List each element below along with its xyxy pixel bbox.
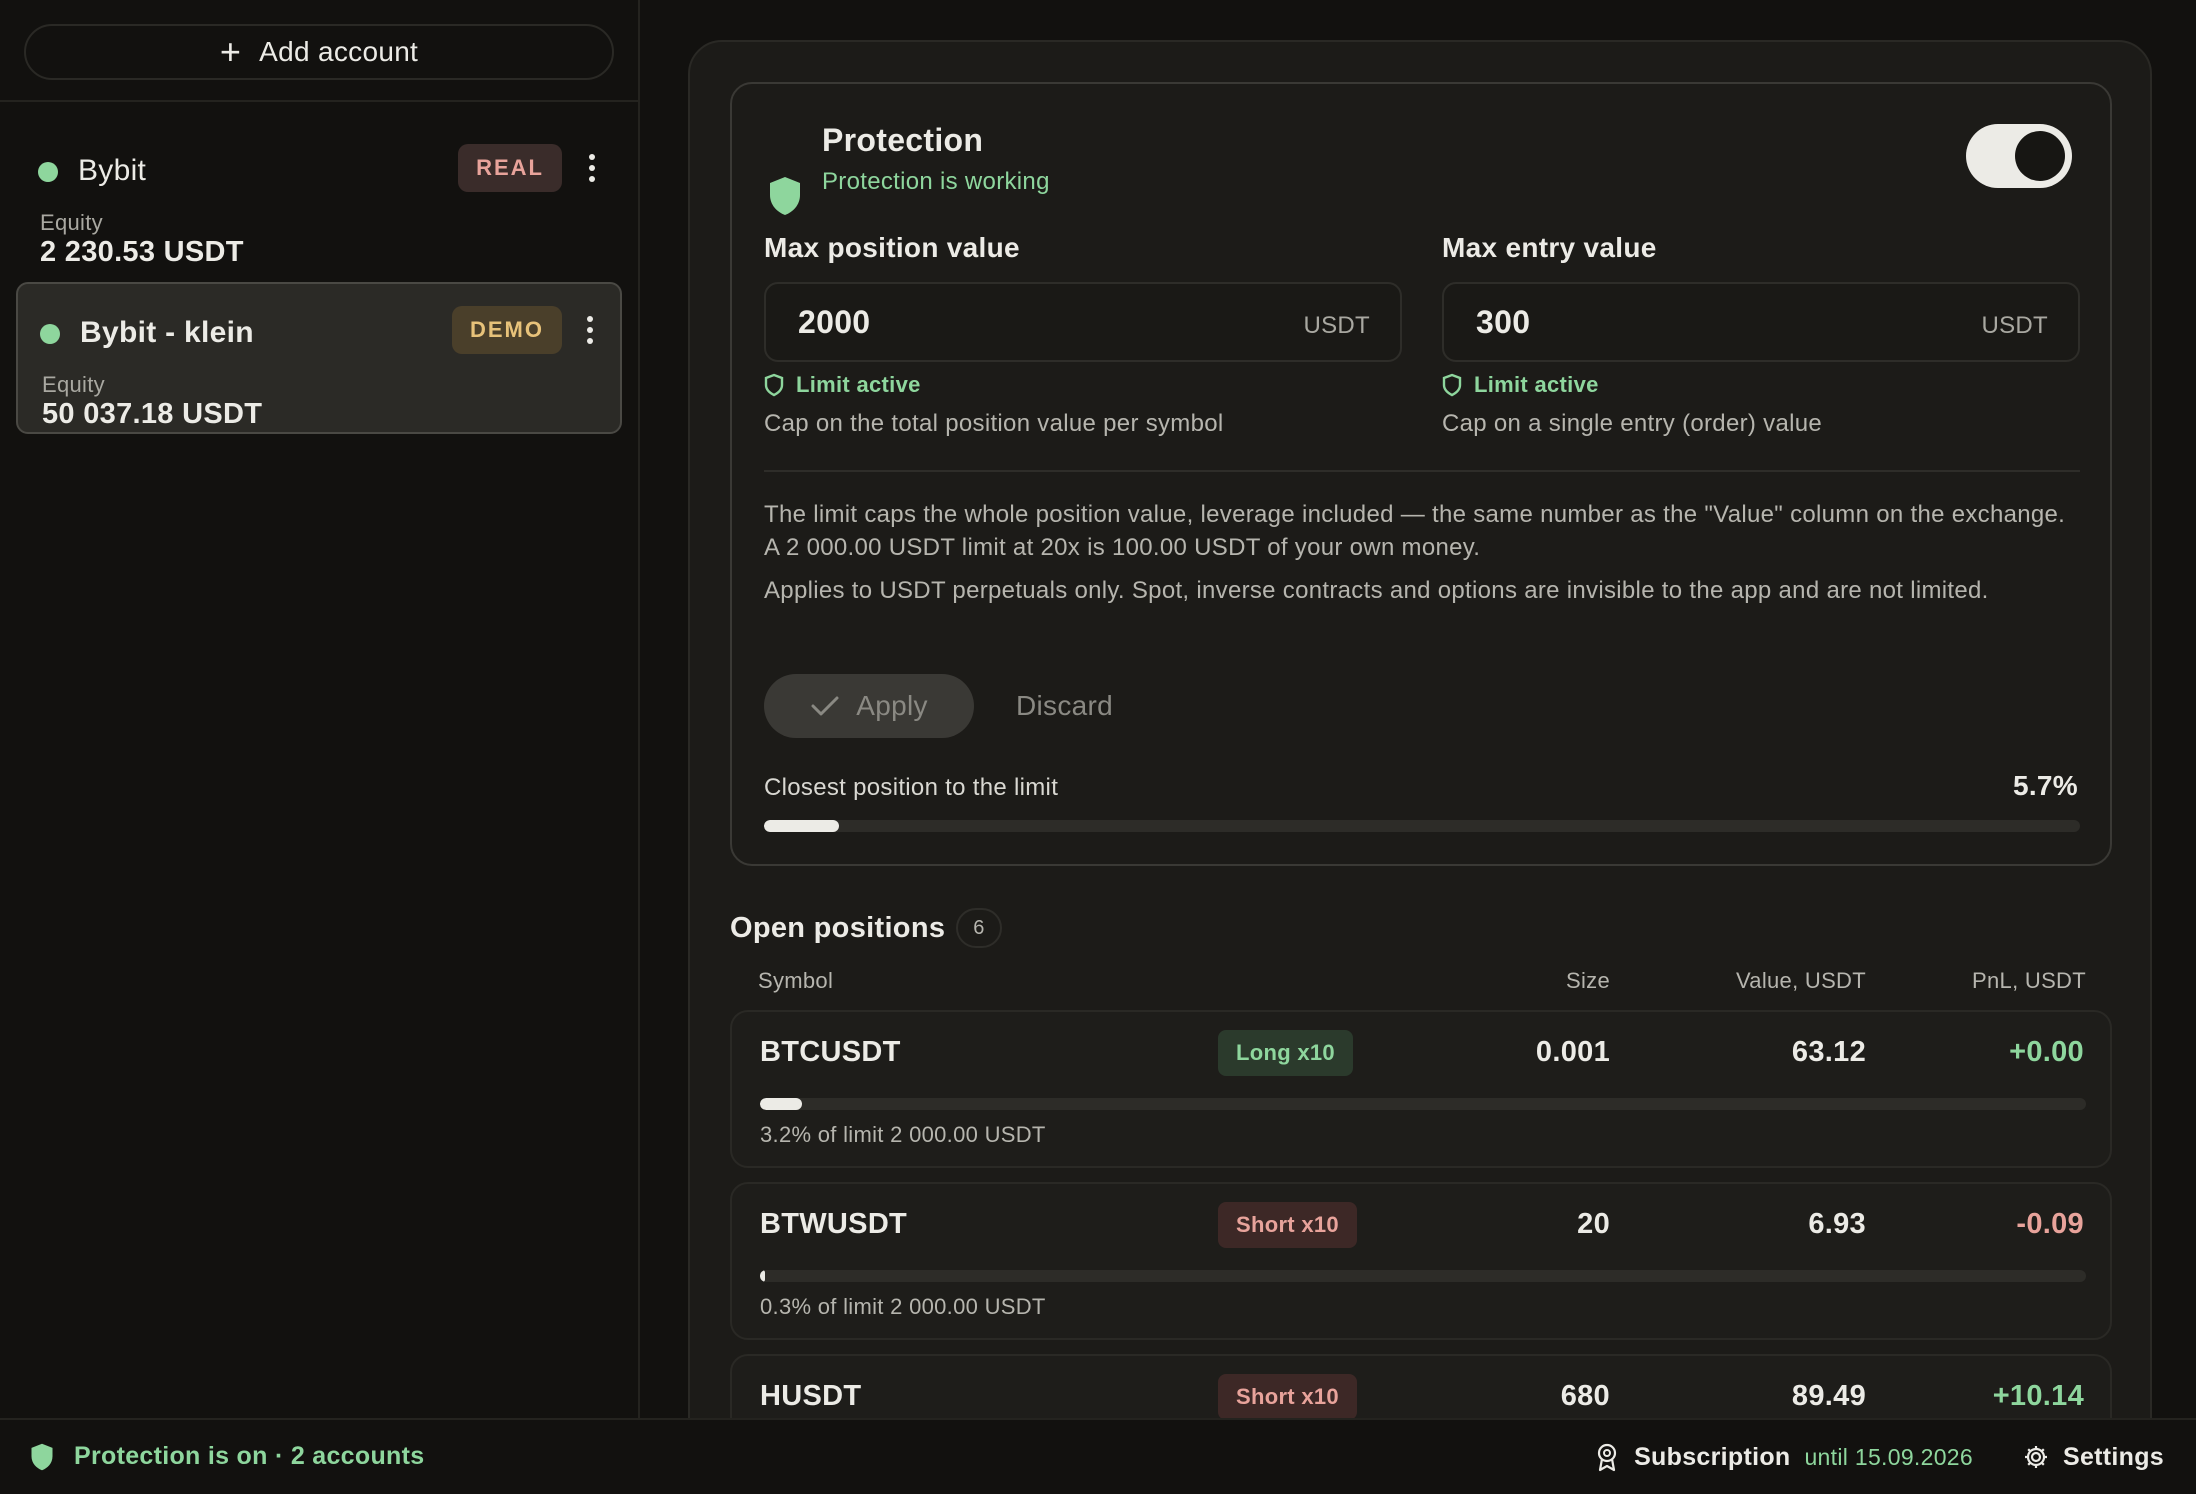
position-limit-note: 3.2% of limit 2 000.00 USDT [760, 1122, 1046, 1147]
more-menu-icon[interactable] [580, 150, 604, 186]
position-value: 63.12 [1791, 1036, 1866, 1068]
position-row-btwusdt[interactable]: BTWUSDT Short x10 20 6.93 -0.09 0.3% of … [730, 1182, 2112, 1340]
position-limit-bar-fill [760, 1098, 803, 1110]
footer-actions: Subscription until 15.09.2026 Settings [1594, 1442, 2164, 1472]
account-name: Bybit - klein [80, 316, 254, 349]
max-entry-description: Cap on a single entry (order) value [1442, 410, 1823, 437]
position-symbol: BTWUSDT [760, 1208, 908, 1240]
info-paragraph-scope: Applies to USDT perpetuals only. Spot, i… [764, 577, 1989, 604]
account-name: Bybit [78, 154, 147, 187]
column-header-symbol: Symbol [758, 968, 834, 993]
equity-value: 2 230.53 USDT [40, 236, 244, 268]
protection-card: Protection Protection is working Max pos… [730, 82, 2112, 866]
protection-toggle[interactable] [1966, 124, 2072, 188]
add-account-label: Add account [259, 36, 419, 67]
column-header-size: Size [1566, 968, 1610, 993]
apply-button[interactable]: Apply [764, 674, 974, 738]
position-limit-bar-fill [760, 1270, 766, 1282]
discard-button[interactable]: Discard [1016, 690, 1113, 722]
account-item-bybit[interactable]: Bybit REAL Equity 2 230.53 USDT [16, 122, 622, 274]
subscription-link[interactable]: Subscription [1634, 1443, 1790, 1472]
equity-label: Equity [40, 210, 103, 235]
shield-outline-icon [1442, 373, 1462, 397]
equity-value: 50 037.18 USDT [42, 398, 263, 430]
account-type-badge: REAL [458, 144, 562, 192]
position-row-btcusdt[interactable]: BTCUSDT Long x10 0.001 63.12 +0.00 3.2% … [730, 1010, 2112, 1168]
max-position-unit: USDT [1303, 312, 1370, 339]
check-icon [811, 696, 839, 716]
equity-label: Equity [42, 372, 105, 397]
main-panel: Protection Protection is working Max pos… [688, 40, 2152, 1494]
position-pnl: +10.14 [1992, 1380, 2084, 1412]
closest-position-bar [764, 820, 2080, 832]
limit-active-label: Limit active [796, 372, 921, 397]
position-size: 20 [1577, 1208, 1610, 1240]
add-account-button[interactable]: + Add account [24, 24, 614, 80]
max-entry-input[interactable]: 300 USDT [1442, 282, 2080, 362]
account-item-bybit-klein[interactable]: Bybit - klein DEMO Equity 50 037.18 USDT [16, 282, 622, 434]
open-positions-count: 6 [956, 908, 1002, 948]
max-position-limit-status: Limit active [764, 372, 921, 398]
protection-summary: Protection is on · 2 accounts [30, 1442, 424, 1471]
position-pnl: -0.09 [2016, 1208, 2084, 1240]
max-position-input[interactable]: 2000 USDT [764, 282, 1402, 362]
position-side-badge: Short x10 [1218, 1202, 1357, 1248]
position-value: 6.93 [1808, 1208, 1866, 1240]
closest-position-label: Closest position to the limit [764, 774, 1059, 801]
max-entry-limit-status: Limit active [1442, 372, 1599, 398]
max-entry-label: Max entry value [1442, 232, 1657, 263]
account-type-badge: DEMO [452, 306, 562, 354]
closest-position-bar-fill [764, 820, 839, 832]
position-limit-note: 0.3% of limit 2 000.00 USDT [760, 1294, 1046, 1319]
settings-button[interactable]: Settings [2023, 1443, 2164, 1472]
protection-status: Protection is working [822, 168, 1050, 195]
award-badge-icon [1597, 1443, 1617, 1472]
column-header-pnl: PnL, USDT [1972, 968, 2086, 993]
accounts-sidebar: + Add account Bybit REAL Equity 2 230.53… [0, 0, 640, 1418]
gear-icon [2024, 1446, 2047, 1468]
status-dot [38, 162, 58, 182]
open-positions-title: Open positions [730, 912, 946, 944]
position-size: 680 [1560, 1380, 1610, 1412]
shield-outline-icon [764, 373, 784, 397]
status-dot [40, 324, 60, 344]
position-side-badge: Long x10 [1218, 1030, 1353, 1076]
max-position-value: 2000 [798, 304, 871, 340]
apply-label: Apply [856, 690, 928, 721]
closest-position-value: 5.7% [2012, 770, 2078, 801]
shield-icon [31, 1443, 53, 1470]
plus-icon: + [219, 31, 242, 72]
max-entry-unit: USDT [1981, 312, 2048, 339]
position-symbol: HUSDT [760, 1380, 862, 1412]
position-side-badge: Short x10 [1218, 1374, 1357, 1420]
position-pnl: +0.00 [2009, 1036, 2084, 1068]
protection-summary-label: Protection is on · 2 accounts [74, 1442, 425, 1470]
info-paragraph-leverage: The limit caps the whole position value,… [764, 501, 2066, 561]
status-bar: Protection is on · 2 accounts Subscripti… [0, 1418, 2196, 1494]
max-position-label: Max position value [764, 232, 1020, 263]
protection-title: Protection [822, 122, 984, 158]
position-limit-bar [760, 1098, 2086, 1110]
column-header-value: Value, USDT [1735, 968, 1866, 993]
position-value: 89.49 [1791, 1380, 1866, 1412]
position-limit-bar [760, 1270, 2086, 1282]
settings-label: Settings [2062, 1442, 2164, 1471]
divider [764, 470, 2080, 472]
limit-active-label: Limit active [1474, 372, 1599, 397]
more-menu-icon[interactable] [578, 312, 602, 348]
position-size: 0.001 [1535, 1036, 1610, 1068]
sidebar-divider [0, 100, 638, 102]
position-symbol: BTCUSDT [760, 1036, 901, 1068]
subscription-until: until 15.09.2026 [1804, 1443, 1973, 1470]
max-position-description: Cap on the total position value per symb… [764, 410, 1224, 437]
shield-icon [770, 177, 800, 215]
max-entry-value: 300 [1476, 304, 1531, 340]
